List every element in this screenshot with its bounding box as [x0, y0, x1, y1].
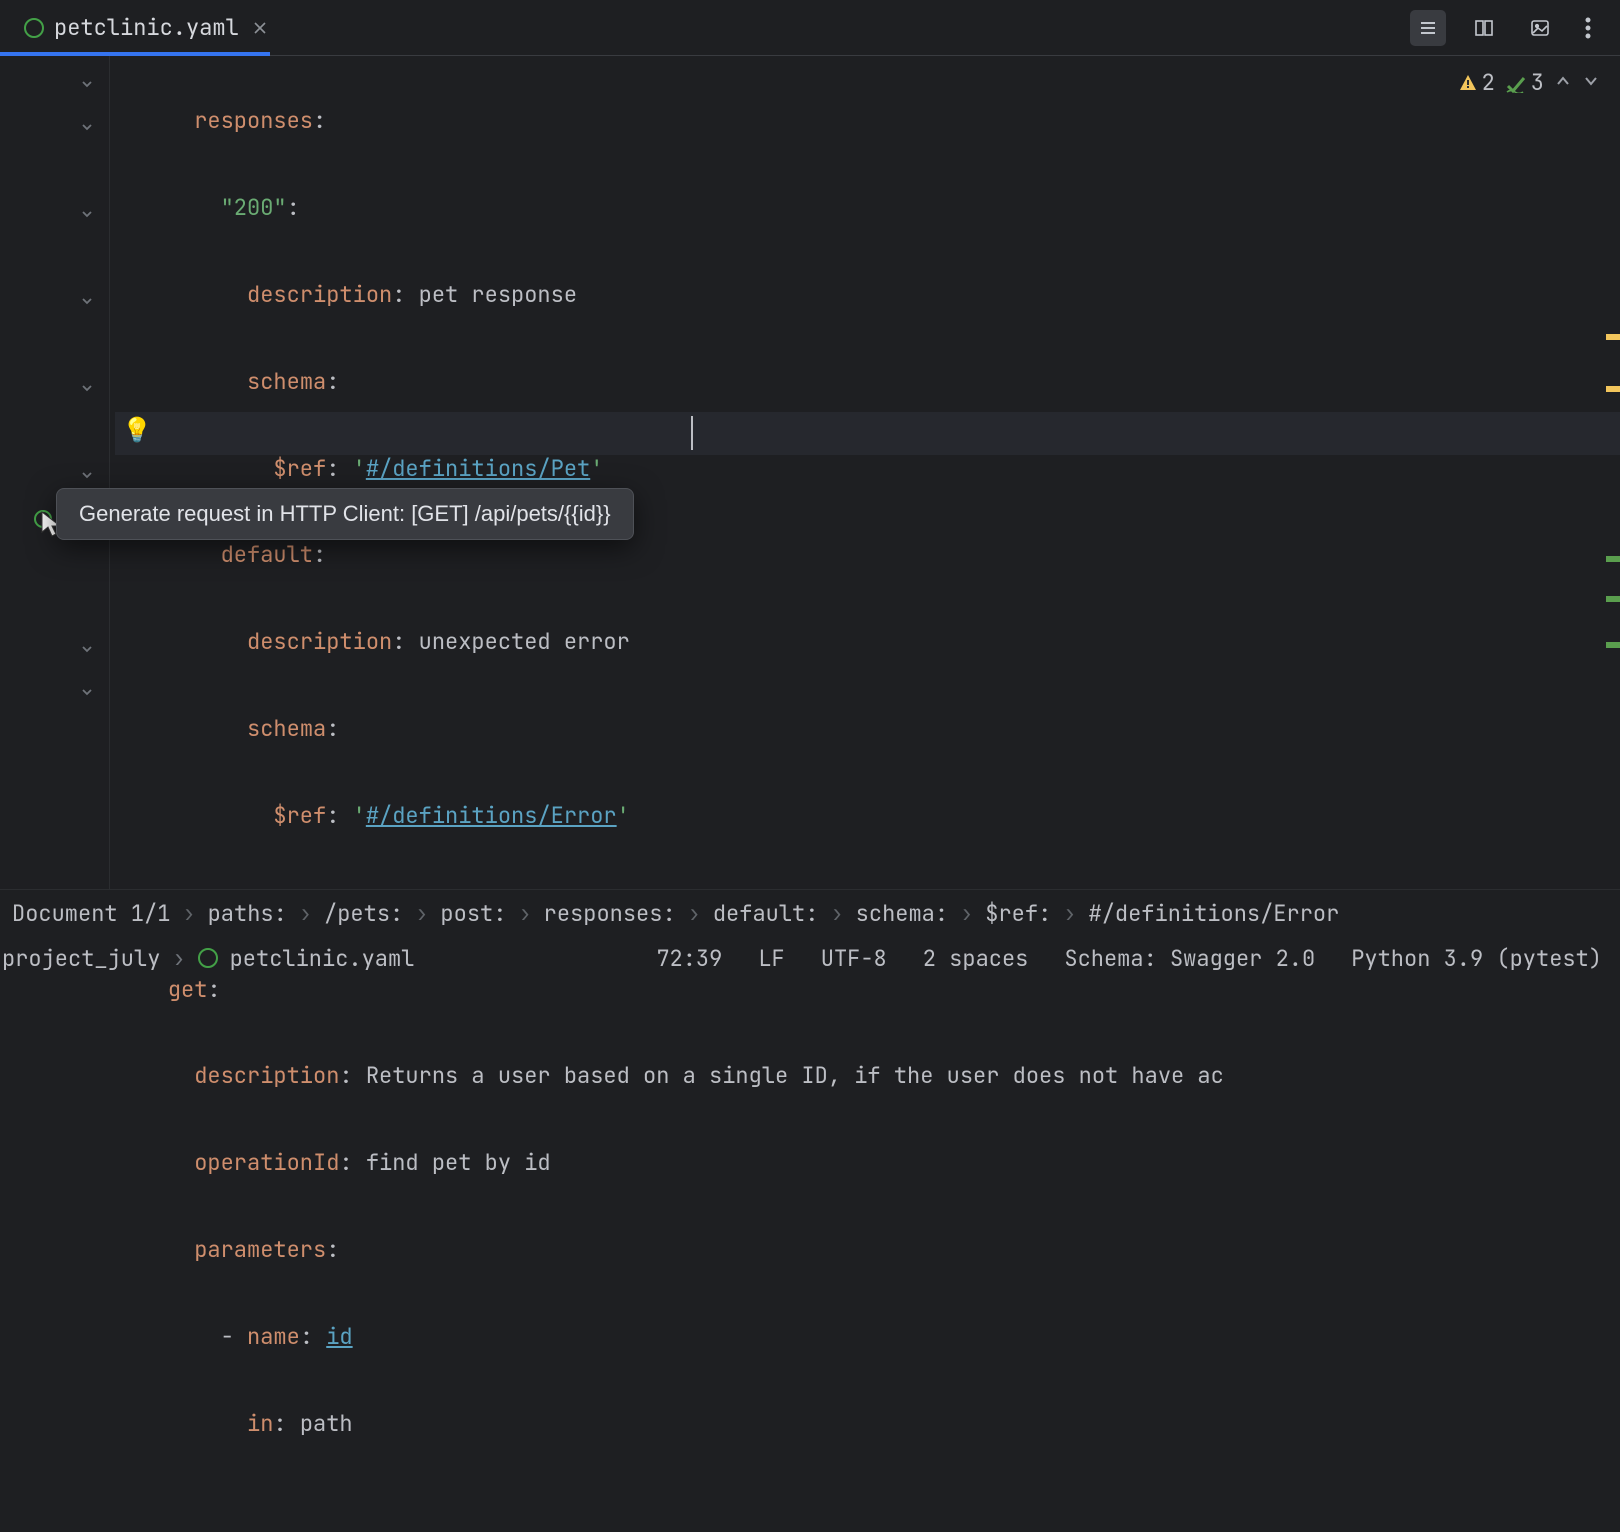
schema-indicator[interactable]: Schema: Swagger 2.0 — [1064, 944, 1315, 973]
warning-marker[interactable] — [1606, 386, 1620, 392]
cursor-position[interactable]: 72:39 — [656, 944, 722, 973]
more-icon[interactable] — [1578, 10, 1598, 46]
editor-tab-bar: petclinic.yaml — [0, 0, 1620, 56]
openapi-icon — [24, 18, 44, 38]
fold-icon[interactable] — [78, 75, 96, 93]
code-content[interactable]: responses: "200": description: pet respo… — [115, 56, 1620, 889]
file-encoding[interactable]: UTF-8 — [821, 944, 887, 973]
action-tooltip[interactable]: Generate request in HTTP Client: [GET] /… — [56, 488, 634, 540]
fold-icon[interactable] — [78, 379, 96, 397]
fold-icon[interactable] — [78, 466, 96, 484]
fold-icon[interactable] — [78, 118, 96, 136]
interpreter-indicator[interactable]: Python 3.9 (pytest) — [1351, 944, 1602, 973]
breadcrumb-item[interactable]: /pets: — [324, 899, 403, 928]
breadcrumb-item[interactable]: post: — [440, 899, 506, 928]
status-bar: project_july › petclinic.yaml 72:39 LF U… — [0, 937, 1620, 979]
breadcrumb-item[interactable]: Document 1/1 — [12, 899, 170, 928]
breadcrumb-item[interactable]: #/definitions/Error — [1089, 899, 1340, 928]
reader-mode-button[interactable] — [1410, 10, 1446, 46]
breadcrumb-item[interactable]: default: — [713, 899, 819, 928]
line-separator[interactable]: LF — [758, 944, 784, 973]
status-file-name[interactable]: petclinic.yaml — [230, 944, 415, 973]
close-icon[interactable] — [249, 17, 271, 39]
typo-marker[interactable] — [1606, 596, 1620, 602]
breadcrumb-bar: Document 1/1› paths:› /pets:› post:› res… — [0, 889, 1620, 937]
tab-bar-actions — [1410, 10, 1620, 46]
indent-setting[interactable]: 2 spaces — [923, 944, 1029, 973]
tooltip-text: Generate request in HTTP Client: [GET] /… — [79, 501, 611, 526]
breadcrumb-item[interactable]: $ref: — [985, 899, 1051, 928]
editor-gutter — [0, 56, 110, 889]
project-name[interactable]: project_july — [2, 944, 160, 973]
typo-marker[interactable] — [1606, 556, 1620, 562]
warning-marker[interactable] — [1606, 334, 1620, 340]
breadcrumb-item[interactable]: paths: — [208, 899, 287, 928]
fold-icon[interactable] — [78, 683, 96, 701]
fold-icon[interactable] — [78, 205, 96, 223]
tab-title: petclinic.yaml — [54, 13, 239, 42]
typo-marker[interactable] — [1606, 642, 1620, 648]
code-editor[interactable]: 💡 2 3 responses: "200": description: pet… — [0, 56, 1620, 889]
file-tab[interactable]: petclinic.yaml — [0, 0, 285, 55]
breadcrumb-item[interactable]: schema: — [856, 899, 948, 928]
split-editor-button[interactable] — [1466, 10, 1502, 46]
fold-icon[interactable] — [78, 640, 96, 658]
preview-button[interactable] — [1522, 10, 1558, 46]
openapi-icon — [198, 948, 218, 968]
fold-icon[interactable] — [78, 292, 96, 310]
breadcrumb-item[interactable]: responses: — [544, 899, 676, 928]
text-caret — [691, 416, 693, 450]
